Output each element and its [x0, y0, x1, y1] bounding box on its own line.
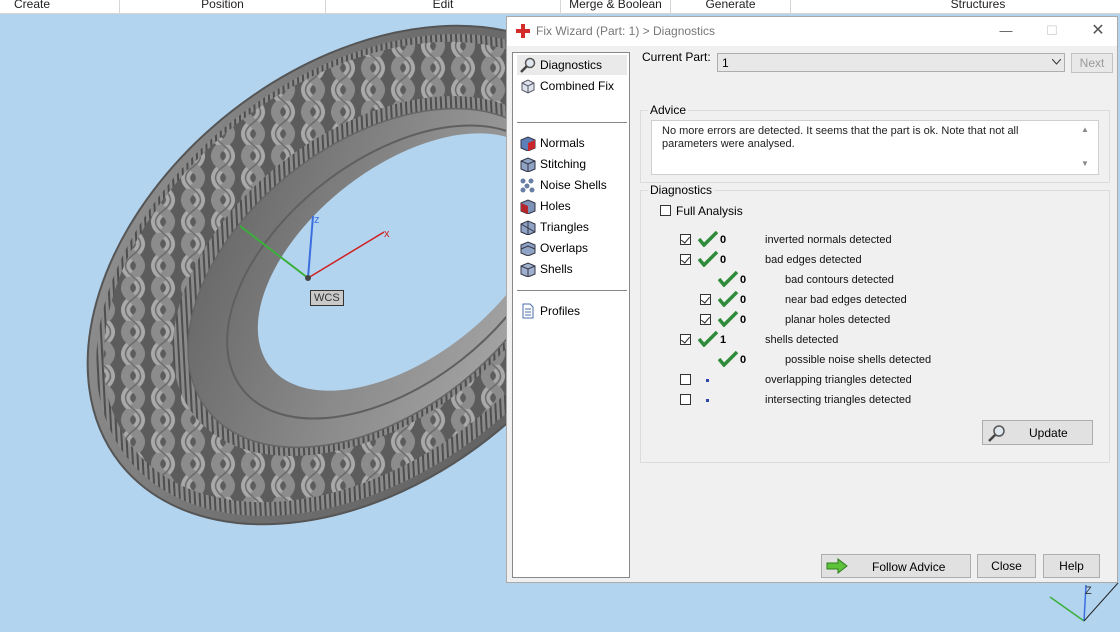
menu-structures[interactable]: Structures	[791, 0, 1120, 13]
planar-holes-checkbox[interactable]	[700, 314, 711, 325]
maximize-icon: ☐	[1046, 23, 1058, 38]
menu-generate[interactable]: Generate	[671, 0, 790, 13]
dialog-title: Fix Wizard (Part: 1) > Diagnostics	[536, 24, 716, 38]
next-button[interactable]: Next	[1071, 53, 1113, 73]
nav-item-normals[interactable]: Normals	[517, 133, 627, 153]
green-check-icon	[698, 231, 718, 247]
current-part-select[interactable]: 1	[717, 53, 1065, 72]
bad-edges-label: bad edges detected	[765, 254, 862, 266]
shells-label: shells detected	[765, 334, 839, 346]
bad-contours-label: bad contours detected	[785, 274, 894, 286]
3d-viewport[interactable]: x z WCS	[0, 14, 506, 629]
full-analysis-checkbox[interactable]	[660, 205, 671, 216]
normals-icon	[520, 136, 536, 151]
red-cross-icon	[516, 24, 530, 38]
nav-item-stitching[interactable]: Stitching	[517, 154, 627, 174]
advice-text: No more errors are detected. It seems th…	[662, 125, 1019, 150]
near-bad-edges-count: 0	[740, 294, 747, 306]
bad-edges-checkbox[interactable]	[680, 254, 691, 265]
inverted-normals-label: inverted normals detected	[765, 234, 892, 246]
update-button-label: Update	[1029, 426, 1068, 440]
corner-axis-icon	[1049, 582, 1119, 622]
overlapping-triangles-label: overlapping triangles detected	[765, 374, 912, 386]
document-icon	[522, 303, 534, 319]
shells-count: 1	[720, 334, 727, 346]
menu-create[interactable]: Create	[0, 0, 64, 13]
current-part-label: Current Part:	[642, 50, 711, 64]
close-icon[interactable]: ✕	[1083, 21, 1113, 41]
noise-shells-label: possible noise shells detected	[785, 354, 932, 366]
minimize-icon[interactable]: —	[991, 21, 1021, 41]
nav-item-overlaps[interactable]: Overlaps	[517, 238, 627, 258]
pending-dot-icon	[706, 399, 709, 402]
corner-axis-z: Z	[1085, 585, 1092, 597]
wizard-nav-panel: Diagnostics Combined Fix Normals Stitchi…	[512, 52, 630, 578]
help-button[interactable]: Help	[1043, 554, 1100, 578]
shells-checkbox[interactable]	[680, 334, 691, 345]
advice-textbox[interactable]: No more errors are detected. It seems th…	[651, 120, 1099, 175]
planar-holes-count: 0	[740, 314, 747, 326]
intersecting-triangles-checkbox[interactable]	[680, 394, 691, 405]
nav-item-noise-shells[interactable]: Noise Shells	[517, 175, 627, 195]
green-check-icon	[698, 331, 718, 347]
magnifier-icon	[520, 57, 536, 73]
nav-item-shells[interactable]: Shells	[517, 259, 627, 279]
scroll-up-icon[interactable]: ▲	[1081, 125, 1089, 134]
full-analysis-label: Full Analysis	[676, 204, 743, 218]
bad-contours-count: 0	[740, 274, 747, 286]
nav-separator	[517, 122, 627, 123]
shells-icon	[520, 262, 536, 277]
follow-advice-button[interactable]: Follow Advice	[821, 554, 971, 578]
scroll-down-icon[interactable]: ▼	[1081, 159, 1089, 168]
nav-item-holes[interactable]: Holes	[517, 196, 627, 216]
current-part-value: 1	[722, 56, 729, 70]
green-check-icon	[698, 251, 718, 267]
update-button[interactable]: Update	[982, 420, 1093, 445]
inverted-normals-checkbox[interactable]	[680, 234, 691, 245]
intersecting-triangles-label: intersecting triangles detected	[765, 394, 912, 406]
menu-position[interactable]: Position	[120, 0, 325, 13]
holes-icon	[520, 199, 536, 214]
menu-edit[interactable]: Edit	[326, 0, 560, 13]
overlaps-icon	[520, 241, 536, 256]
chevron-down-icon	[1052, 59, 1061, 65]
near-bad-edges-label: near bad edges detected	[785, 294, 907, 306]
nav-separator	[517, 290, 627, 291]
wcs-label: WCS	[310, 290, 344, 306]
3d-viewport-corner: Z	[506, 582, 1120, 629]
magnifier-icon	[988, 425, 1005, 442]
fix-wizard-dialog: Fix Wizard (Part: 1) > Diagnostics — ☐ ✕…	[506, 16, 1118, 583]
advice-group-title: Advice	[648, 103, 689, 117]
axis-z-label: z	[314, 214, 320, 226]
noise-shells-count: 0	[740, 354, 747, 366]
nav-item-profiles[interactable]: Profiles	[517, 301, 627, 321]
ring-model	[86, 24, 506, 526]
cube-icon	[521, 79, 535, 94]
triangles-icon	[520, 220, 536, 235]
pending-dot-icon	[706, 379, 709, 382]
diagnostics-group-title: Diagnostics	[648, 183, 715, 197]
follow-advice-label: Follow Advice	[872, 560, 946, 574]
green-check-icon	[718, 311, 738, 327]
green-check-icon	[718, 271, 738, 287]
dialog-titlebar[interactable]: Fix Wizard (Part: 1) > Diagnostics — ☐ ✕	[507, 17, 1117, 46]
green-check-icon	[718, 351, 738, 367]
nav-item-combined-fix[interactable]: Combined Fix	[517, 76, 627, 96]
overlapping-triangles-checkbox[interactable]	[680, 374, 691, 385]
noise-shells-icon	[520, 178, 535, 193]
bad-edges-count: 0	[720, 254, 727, 266]
nav-item-triangles[interactable]: Triangles	[517, 217, 627, 237]
inverted-normals-count: 0	[720, 234, 727, 246]
menu-merge-boolean[interactable]: Merge & Boolean	[561, 0, 670, 13]
menu-bar: Create Position Edit Merge & Boolean Gen…	[0, 0, 1120, 14]
axis-x-label: x	[384, 228, 390, 240]
near-bad-edges-checkbox[interactable]	[700, 294, 711, 305]
close-button[interactable]: Close	[977, 554, 1036, 578]
planar-holes-label: planar holes detected	[785, 314, 891, 326]
green-check-icon	[718, 291, 738, 307]
stitching-icon	[520, 157, 536, 172]
nav-item-diagnostics[interactable]: Diagnostics	[517, 55, 627, 75]
green-arrow-icon	[826, 558, 848, 574]
